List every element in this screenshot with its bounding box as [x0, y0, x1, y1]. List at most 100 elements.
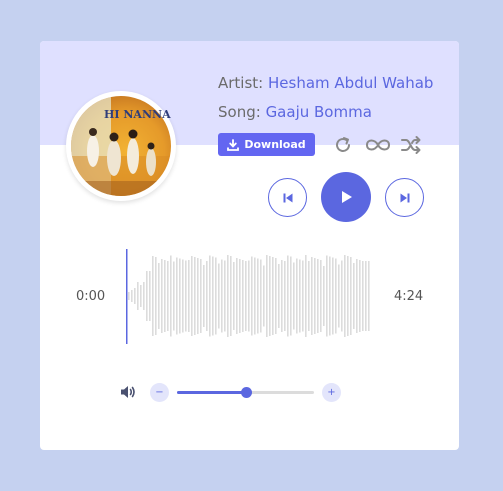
waveform-bar: [179, 258, 181, 334]
waveform-bar: [191, 256, 193, 336]
download-button[interactable]: Download: [218, 133, 315, 156]
waveform-bar: [239, 259, 241, 333]
waveform-bar: [218, 263, 220, 329]
waveform-bar: [206, 261, 208, 331]
waveform-bar: [131, 290, 133, 302]
waveform-bar: [296, 258, 298, 334]
volume-increase-button[interactable]: +: [322, 383, 341, 402]
waveform-bar: [251, 256, 253, 336]
waveform-bar: [263, 265, 265, 327]
waveform-bar: [188, 260, 190, 332]
waveform-bar: [152, 256, 154, 336]
repeat-icon: [336, 137, 350, 152]
waveform-bar: [293, 262, 295, 330]
waveform-bar: [146, 271, 148, 321]
waveform-bar: [284, 261, 286, 331]
waveform-bar: [275, 258, 277, 334]
waveform-bar: [212, 256, 214, 336]
waveform-bar: [164, 260, 166, 332]
waveform-seekbar[interactable]: [126, 246, 371, 346]
waveform-bar: [368, 261, 370, 331]
waveform-bar: [338, 264, 340, 328]
waveform-bar: [203, 265, 205, 327]
waveform-bar: [347, 256, 349, 336]
waveform-bar: [245, 261, 247, 331]
waveform-bar: [317, 259, 319, 333]
waveform-bar: [299, 259, 301, 333]
waveform-bar: [194, 257, 196, 335]
waveform-bar: [155, 257, 157, 335]
waveform-bar: [308, 261, 310, 331]
waveform-bar: [170, 255, 172, 337]
waveform-bar: [266, 255, 268, 337]
waveform-bar: [149, 271, 151, 321]
previous-button[interactable]: [268, 178, 307, 217]
loop-button[interactable]: [364, 134, 392, 156]
play-button[interactable]: [321, 172, 371, 222]
waveform-bar: [137, 282, 139, 310]
download-icon: [227, 138, 240, 151]
waveform-bar: [128, 292, 130, 300]
current-time: 0:00: [76, 289, 106, 304]
volume-decrease-button[interactable]: −: [150, 383, 169, 402]
waveform-bar: [248, 260, 250, 332]
waveform-bar: [335, 258, 337, 334]
waveform-bar: [158, 263, 160, 329]
waveform-bar: [329, 256, 331, 336]
shuffle-button[interactable]: [399, 134, 423, 156]
skip-previous-icon: [283, 193, 292, 202]
volume-icon: [121, 386, 135, 398]
waveform-bar: [236, 258, 238, 334]
volume-slider[interactable]: [177, 387, 314, 398]
repeat-button[interactable]: [332, 134, 354, 156]
waveform-bar: [161, 259, 163, 333]
waveform-bar: [344, 255, 346, 337]
waveform-bar: [185, 260, 187, 332]
waveform-bar: [224, 260, 226, 332]
waveform-bar: [326, 255, 328, 337]
waveform-bar: [221, 259, 223, 333]
volume-slider-thumb[interactable]: [240, 387, 252, 398]
waveform-bar: [314, 258, 316, 334]
waveform-bar: [320, 260, 322, 332]
shuffle-icon: [401, 136, 421, 154]
waveform-bar: [278, 264, 280, 328]
waveform-bar: [143, 282, 145, 310]
waveform-bar: [260, 259, 262, 333]
song-line: Song: Gaaju Bomma: [218, 103, 372, 121]
waveform-bar: [215, 257, 217, 335]
download-label: Download: [244, 138, 306, 151]
waveform-bar: [209, 255, 211, 337]
waveform-bar: [242, 260, 244, 332]
duration-time: 4:24: [394, 289, 424, 304]
artist-label: Artist:: [218, 74, 264, 92]
waveform-bar: [281, 260, 283, 332]
waveform-bar: [134, 288, 136, 304]
album-art-image: HI NANNA: [71, 96, 171, 196]
waveform-bar: [311, 257, 313, 335]
waveform-bar: [290, 256, 292, 336]
infinity-icon: [365, 139, 391, 151]
waveform-bar: [227, 255, 229, 337]
waveform-bar: [356, 259, 358, 333]
album-title-text: HI NANNA: [104, 108, 171, 121]
play-icon: [342, 191, 352, 203]
waveform-bar: [353, 263, 355, 329]
waveform-bar: [176, 257, 178, 335]
waveform-bar: [350, 257, 352, 335]
waveform-bar: [305, 255, 307, 337]
album-cover: HI NANNA: [66, 91, 176, 201]
volume-button[interactable]: [118, 382, 138, 402]
next-button[interactable]: [385, 178, 424, 217]
waveform-bar: [257, 258, 259, 334]
playhead[interactable]: [126, 249, 128, 344]
waveform-bar: [233, 262, 235, 330]
waveform-bar: [254, 257, 256, 335]
artist-name: Hesham Abdul Wahab: [268, 74, 434, 92]
waveform-bar: [200, 259, 202, 333]
waveform-bar: [230, 256, 232, 336]
waveform-bar: [332, 257, 334, 335]
waveform-bar: [167, 261, 169, 331]
waveform-bar: [362, 261, 364, 331]
waveform-bars: [128, 255, 370, 337]
